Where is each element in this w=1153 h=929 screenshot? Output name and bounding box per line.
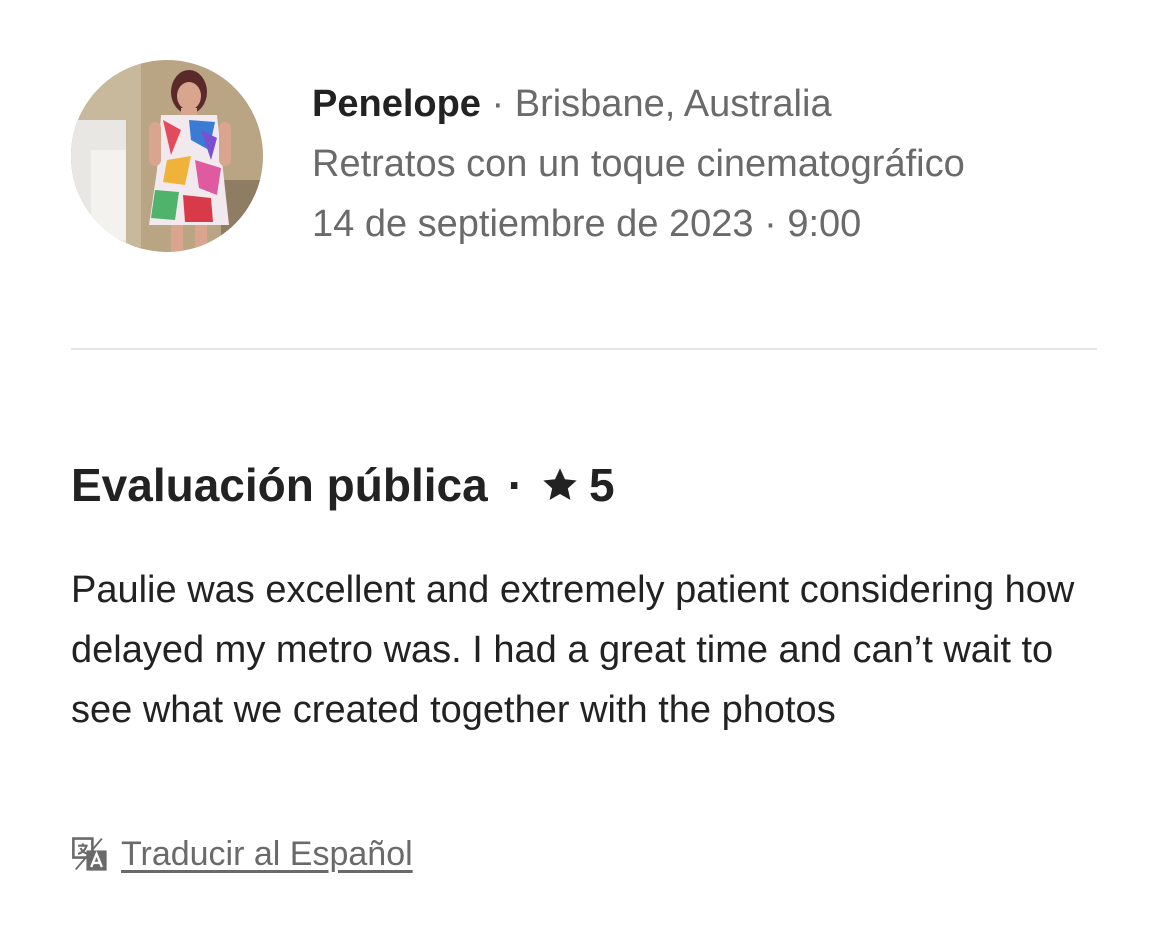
reviewer-name[interactable]: Penelope: [312, 83, 481, 125]
heading-separator: ·: [507, 459, 524, 511]
translate-link[interactable]: Traducir al Español: [121, 835, 413, 874]
reviewer-meta: Penelope · Brisbane, Australia Retratos …: [312, 74, 1102, 254]
divider: [71, 348, 1097, 350]
review-date: 14 de septiembre de 2023: [312, 203, 754, 245]
avatar[interactable]: [71, 60, 263, 252]
review-rating: 5: [589, 459, 615, 511]
meta-separator: ·: [491, 83, 505, 125]
review-text: Paulie was excellent and extremely patie…: [71, 569, 1075, 731]
review-heading: Evaluación pública · 5: [71, 455, 615, 515]
review-time: 9:00: [787, 203, 862, 245]
review-datetime: 14 de septiembre de 2023 · 9:00: [312, 194, 1102, 254]
experience-title: Retratos con un toque cinematográfico: [312, 143, 965, 185]
datetime-separator: ·: [764, 203, 777, 245]
translate-icon: [72, 837, 107, 871]
review-heading-label: Evaluación pública: [71, 459, 488, 511]
review-header: Penelope · Brisbane, Australia Retratos …: [71, 60, 1101, 252]
translate-button[interactable]: Traducir al Español: [71, 830, 413, 878]
reviewer-line: Penelope · Brisbane, Australia: [312, 74, 1102, 134]
reviewer-location: Brisbane, Australia: [514, 83, 832, 125]
avatar-photo: [71, 60, 263, 252]
star-icon: [543, 468, 577, 500]
